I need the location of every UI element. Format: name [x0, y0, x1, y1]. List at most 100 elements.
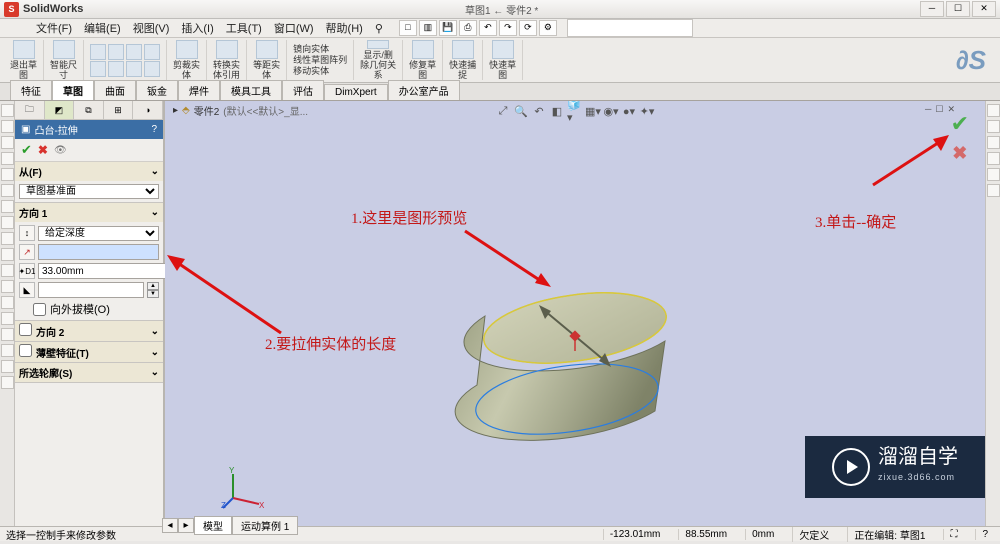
status-coord-x: -123.01mm: [603, 529, 667, 540]
vtab-next[interactable]: ▸: [178, 518, 194, 533]
tab-evaluate[interactable]: 评估: [282, 80, 324, 100]
pm-help-icon[interactable]: ?: [151, 124, 157, 135]
status-unit-icon[interactable]: ⛶: [943, 529, 963, 540]
lv-icon[interactable]: [1, 264, 14, 277]
tab-mold[interactable]: 模具工具: [220, 80, 282, 100]
qat-undo-icon[interactable]: ↶: [479, 20, 497, 36]
pm-direction-field[interactable]: [38, 244, 159, 260]
lv-icon[interactable]: [1, 184, 14, 197]
fm-tab-config-icon[interactable]: ⧉: [74, 101, 104, 119]
qat-open-icon[interactable]: ▥: [419, 20, 437, 36]
fm-tab-render-icon[interactable]: ◑: [133, 101, 163, 119]
lv-icon[interactable]: [1, 168, 14, 181]
ribbon-convert[interactable]: 转换实 体引用: [207, 40, 247, 80]
command-search-input[interactable]: [567, 19, 693, 37]
menu-edit[interactable]: 编辑(E): [78, 18, 127, 38]
pm-cancel-icon[interactable]: ✖: [38, 143, 48, 157]
qat-rebuild-icon[interactable]: ⟳: [519, 20, 537, 36]
lv-icon[interactable]: [1, 376, 14, 389]
lv-icon[interactable]: [1, 216, 14, 229]
annotation-arrow-1: [455, 221, 555, 291]
view-tab-model[interactable]: 模型: [194, 516, 232, 535]
menu-insert[interactable]: 插入(I): [175, 18, 219, 38]
graphics-viewport[interactable]: ▸ ⬘ 零件2 (默认<<默认>_显... ⤢ 🔍 ↶ ◧ 🧊▾ ▦▾ ◉▾ ●…: [165, 101, 985, 526]
vtab-prev[interactable]: ◂: [162, 518, 178, 533]
pm-depth-input[interactable]: [38, 263, 178, 279]
lv-icon[interactable]: [1, 328, 14, 341]
pm-draft-spinner[interactable]: ▲▼: [147, 282, 159, 298]
lv-icon[interactable]: [1, 232, 14, 245]
ribbon-repair[interactable]: 修复草 图: [403, 40, 443, 80]
lv-icon[interactable]: [1, 296, 14, 309]
tp-icon[interactable]: [987, 136, 1000, 149]
tp-icon[interactable]: [987, 168, 1000, 181]
direction-vector-icon[interactable]: ↗: [19, 244, 35, 260]
menu-pin-icon[interactable]: ⚲: [369, 20, 389, 37]
lv-icon[interactable]: [1, 120, 14, 133]
qat-options-icon[interactable]: ⚙: [539, 20, 557, 36]
ribbon-sketch-tools[interactable]: [84, 40, 167, 80]
tab-sheetmetal[interactable]: 钣金: [136, 80, 178, 100]
tab-surface[interactable]: 曲面: [94, 80, 136, 100]
svg-text:Y: Y: [229, 466, 235, 475]
close-button[interactable]: ✕: [972, 1, 996, 17]
fm-tab-dim-icon[interactable]: ⊞: [104, 101, 134, 119]
qat-new-icon[interactable]: □: [399, 20, 417, 36]
draft-icon[interactable]: ◣: [19, 282, 35, 298]
pm-dir2-header[interactable]: 方向 2⌄: [15, 321, 163, 341]
menu-tools[interactable]: 工具(T): [220, 18, 268, 38]
ribbon-mirror-group[interactable]: 镜向实体 线性草图阵列 移动实体: [287, 40, 354, 80]
lv-icon[interactable]: [1, 312, 14, 325]
ribbon-offset[interactable]: 等距实 体: [247, 40, 287, 80]
view-triad[interactable]: Y X Z: [221, 466, 265, 510]
menu-window[interactable]: 窗口(W): [268, 18, 320, 38]
menu-view[interactable]: 视图(V): [127, 18, 176, 38]
lv-icon[interactable]: [1, 344, 14, 357]
menu-help[interactable]: 帮助(H): [320, 18, 369, 38]
qat-save-icon[interactable]: 💾: [439, 20, 457, 36]
fm-tab-pm-icon[interactable]: ◩: [45, 101, 75, 119]
tp-icon[interactable]: [987, 120, 1000, 133]
ribbon-quick-sketch[interactable]: 快速草 图: [483, 40, 523, 80]
lv-icon[interactable]: [1, 200, 14, 213]
ribbon-trim[interactable]: 剪裁实 体: [167, 40, 207, 80]
lv-icon[interactable]: [1, 136, 14, 149]
ribbon-relations[interactable]: 显示/删 除几何关 系: [354, 40, 403, 80]
tab-dimxpert[interactable]: DimXpert: [324, 84, 388, 100]
pm-draft-outward-check[interactable]: 向外拔模(O): [19, 301, 159, 317]
qat-print-icon[interactable]: ⎙: [459, 20, 477, 36]
ribbon-smart-dimension[interactable]: 智能尺 寸: [44, 40, 84, 80]
tp-icon[interactable]: [987, 104, 1000, 117]
restore-button[interactable]: ☐: [946, 1, 970, 17]
tp-icon[interactable]: [987, 152, 1000, 165]
ribbon-exit-sketch[interactable]: 退出草 图: [4, 40, 44, 80]
pm-from-plane-select[interactable]: 草图基准面: [19, 184, 159, 199]
tab-features[interactable]: 特征: [10, 80, 52, 100]
pm-preview-icon[interactable]: 👁: [54, 145, 67, 156]
tp-icon[interactable]: [987, 184, 1000, 197]
lv-icon[interactable]: [1, 152, 14, 165]
tab-office[interactable]: 办公室产品: [388, 80, 460, 100]
fm-tab-tree-icon[interactable]: 🗀: [15, 101, 45, 119]
tab-weldment[interactable]: 焊件: [178, 80, 220, 100]
tab-sketch[interactable]: 草图: [52, 80, 94, 100]
view-tab-motion[interactable]: 运动算例 1: [232, 516, 298, 535]
pm-from-header[interactable]: 从(F)⌄: [15, 162, 163, 181]
pm-accept-icon[interactable]: ✔: [21, 142, 32, 158]
ribbon-snap[interactable]: 快速捕 捉: [443, 40, 483, 80]
lv-icon[interactable]: [1, 104, 14, 117]
qat-redo-icon[interactable]: ↷: [499, 20, 517, 36]
pm-dir1-header[interactable]: 方向 1⌄: [15, 203, 163, 222]
pm-contours-header[interactable]: 所选轮廓(S)⌄: [15, 363, 163, 382]
pm-thin-header[interactable]: 薄壁特征(T)⌄: [15, 342, 163, 362]
lv-icon[interactable]: [1, 280, 14, 293]
pm-endcond-select[interactable]: 给定深度: [38, 226, 159, 241]
reverse-direction-icon[interactable]: ↕: [19, 225, 35, 241]
annotation-arrow-3: [865, 131, 955, 191]
lv-icon[interactable]: [1, 360, 14, 373]
lv-icon[interactable]: [1, 248, 14, 261]
pm-draft-field[interactable]: [38, 282, 144, 298]
status-help-icon[interactable]: ?: [975, 529, 994, 540]
minimize-button[interactable]: ─: [920, 1, 944, 17]
menu-file[interactable]: 文件(F): [30, 18, 78, 38]
